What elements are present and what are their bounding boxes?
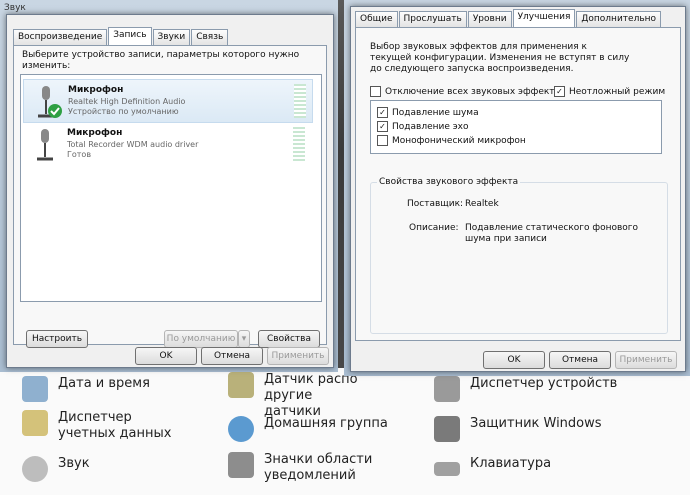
microphone-properties-window: Общие Прослушать Уровни Улучшения Дополн… — [350, 6, 686, 372]
device-list: Микрофон Realtek High Definition Audio У… — [20, 74, 322, 302]
keyboard-icon — [434, 462, 460, 476]
configure-button[interactable]: Настроить — [26, 330, 88, 348]
device-item[interactable]: Микрофон Total Recorder WDM audio driver… — [23, 123, 311, 165]
description-label: Описание: — [409, 223, 459, 233]
sensor-icon — [228, 372, 254, 398]
device-name: Микрофон — [68, 85, 124, 95]
checkbox-label: Неотложный режим — [569, 86, 666, 97]
effect-mono-microphone[interactable]: Монофонический микрофон — [377, 135, 526, 146]
tab-sounds[interactable]: Звуки — [152, 29, 191, 45]
sound-tabs: Воспроизведение Запись Звуки Связь — [13, 27, 229, 46]
set-default-button[interactable]: По умолчанию — [164, 330, 238, 348]
clock-icon — [22, 376, 48, 402]
cancel-button[interactable]: Отмена — [549, 351, 611, 369]
microphone-icon — [37, 129, 53, 161]
cp-label: Дата и время — [58, 376, 150, 391]
cp-item-keyboard[interactable]: Клавиатура — [434, 456, 630, 476]
effect-echo-cancellation[interactable]: ✓ Подавление эхо — [377, 121, 469, 132]
checkbox-box: ✓ — [554, 86, 565, 97]
effect-noise-suppression[interactable]: ✓ Подавление шума — [377, 107, 479, 118]
defender-icon — [434, 416, 460, 442]
credentials-icon — [22, 410, 48, 436]
checkbox-box: ✓ — [377, 107, 388, 118]
cp-item-homegroup[interactable]: Домашняя группа — [228, 416, 389, 442]
cp-label: Клавиатура — [470, 456, 552, 471]
description-value: Подавление статического фонового шума пр… — [465, 223, 639, 244]
tab-enhancements[interactable]: Улучшения — [512, 9, 576, 28]
tab-advanced[interactable]: Дополнительно — [576, 11, 662, 27]
apply-button[interactable]: Применить — [267, 347, 329, 365]
default-check-icon — [48, 104, 62, 118]
cp-item-credentials[interactable]: Диспетчер учетных данных — [22, 410, 183, 442]
provider-label: Поставщик: — [407, 199, 464, 209]
cp-label: Звук — [58, 456, 90, 471]
disable-all-effects-checkbox[interactable]: Отключение всех звуковых эффектов — [370, 86, 565, 97]
cp-item-notification[interactable]: Значки области уведомлений — [228, 452, 389, 484]
tab-levels[interactable]: Уровни — [467, 11, 512, 27]
device-driver: Realtek High Definition Audio — [68, 97, 186, 106]
props-tabs: Общие Прослушать Уровни Улучшения Дополн… — [355, 9, 662, 28]
device-item[interactable]: Микрофон Realtek High Definition Audio У… — [23, 79, 313, 123]
group-title: Свойства звукового эффекта — [377, 177, 521, 188]
checkbox-box — [377, 135, 388, 146]
ok-button[interactable]: OK — [483, 351, 545, 369]
tab-recording[interactable]: Запись — [108, 27, 152, 46]
control-panel: Дата и время Датчик распо другие датчики… — [0, 368, 690, 495]
checkbox-box — [370, 86, 381, 97]
recording-instruction: Выберите устройство записи, параметры ко… — [22, 50, 300, 71]
cp-item-device-manager[interactable]: Диспетчер устройств — [434, 376, 630, 402]
cp-label: Значки области уведомлений — [264, 452, 373, 483]
immediate-mode-checkbox[interactable]: ✓ Неотложный режим — [554, 86, 665, 97]
checkbox-label: Отключение всех звуковых эффектов — [385, 86, 566, 97]
cp-item-sensors[interactable]: Датчик распо другие датчики — [228, 372, 364, 420]
set-default-dropdown[interactable]: ▾ — [238, 330, 250, 348]
cp-label: Диспетчер устройств — [470, 376, 618, 391]
cp-item-sound[interactable]: Звук — [22, 456, 183, 482]
speaker-icon — [22, 456, 48, 482]
recording-panel: Выберите устройство записи, параметры ко… — [13, 45, 327, 348]
cp-label: Домашняя группа — [264, 416, 388, 431]
tab-listen[interactable]: Прослушать — [398, 11, 467, 27]
tab-general[interactable]: Общие — [355, 11, 398, 27]
level-meter — [294, 84, 306, 118]
device-status: Готов — [67, 150, 92, 159]
homegroup-icon — [228, 416, 254, 442]
level-meter — [293, 127, 305, 161]
effect-properties-group: Свойства звукового эффекта Поставщик: Re… — [370, 177, 668, 334]
tab-communications[interactable]: Связь — [191, 29, 229, 45]
window-title: Звук — [4, 3, 26, 13]
cp-item-defender[interactable]: Защитник Windows — [434, 416, 630, 442]
notification-icon — [228, 452, 254, 478]
provider-value: Realtek — [465, 199, 499, 209]
checkbox-label: Монофонический микрофон — [392, 135, 526, 146]
enhancements-description: Выбор звуковых эффектов для применения к… — [370, 42, 630, 74]
checkbox-box: ✓ — [377, 121, 388, 132]
apply-button[interactable]: Применить — [615, 351, 677, 369]
device-status: Устройство по умолчанию — [68, 107, 179, 116]
cp-label: Защитник Windows — [470, 416, 602, 431]
cp-label: Диспетчер учетных данных — [58, 410, 172, 441]
cp-label: Датчик распо другие датчики — [264, 372, 358, 419]
effects-list: ✓ Подавление шума ✓ Подавление эхо Моноф… — [370, 100, 662, 154]
device-name: Микрофон — [67, 128, 123, 138]
device-driver: Total Recorder WDM audio driver — [67, 140, 199, 149]
checkbox-label: Подавление шума — [392, 107, 479, 118]
ok-button[interactable]: OK — [135, 347, 197, 365]
cp-item-date-time[interactable]: Дата и время — [22, 376, 183, 402]
cancel-button[interactable]: Отмена — [201, 347, 263, 365]
tab-playback[interactable]: Воспроизведение — [13, 29, 108, 45]
device-manager-icon — [434, 376, 460, 402]
enhancements-panel: Выбор звуковых эффектов для применения к… — [355, 27, 681, 341]
properties-button[interactable]: Свойства — [258, 330, 320, 348]
checkbox-label: Подавление эхо — [392, 121, 469, 132]
sound-window: Воспроизведение Запись Звуки Связь Выбер… — [6, 14, 334, 368]
